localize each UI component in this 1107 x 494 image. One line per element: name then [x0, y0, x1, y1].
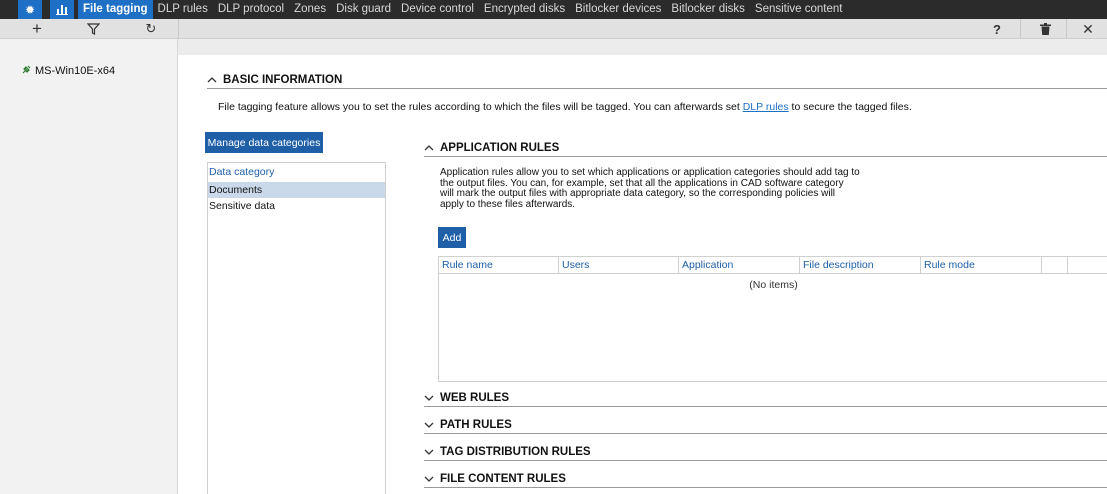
help-icon[interactable]: ?	[985, 19, 1009, 39]
tab-disk-guard[interactable]: Disk guard	[331, 0, 396, 19]
web-rules-title: WEB RULES	[440, 392, 509, 404]
web-rules-header[interactable]: WEB RULES	[424, 392, 509, 404]
basic-information-title: BASIC INFORMATION	[223, 74, 343, 86]
toolbar-divider	[1066, 19, 1067, 39]
chevron-down-icon	[424, 419, 434, 431]
table-header: Rule name Users Application File descrip…	[439, 257, 1107, 274]
toolbar-divider	[178, 19, 179, 39]
dlp-rules-link[interactable]: DLP rules	[743, 101, 789, 113]
tree-item-computer[interactable]: MS-Win10E-x64	[22, 65, 115, 77]
column-header-extra	[1068, 257, 1107, 274]
add-rule-button[interactable]: Add	[438, 227, 466, 248]
chevron-down-icon	[424, 473, 434, 485]
divider	[424, 406, 1107, 407]
left-tree-panel	[0, 39, 178, 494]
tab-device-control[interactable]: Device control	[396, 0, 479, 19]
top-navigation: ✹ File tagging DLP rules DLP protocol Zo…	[0, 0, 1107, 19]
tab-file-tagging[interactable]: File tagging	[78, 0, 153, 19]
filter-icon[interactable]	[78, 19, 108, 39]
tab-bitlocker-disks[interactable]: Bitlocker disks	[666, 0, 750, 19]
main-content: BASIC INFORMATION File tagging feature a…	[178, 55, 1107, 494]
path-rules-title: PATH RULES	[440, 419, 512, 431]
close-icon[interactable]: ✕	[1076, 19, 1100, 39]
toolbar-strip	[0, 19, 1107, 39]
chevron-up-icon	[207, 74, 217, 86]
empty-table-message: (No items)	[749, 279, 798, 291]
column-header-rule-mode[interactable]: Rule mode	[921, 257, 1042, 274]
tag-distribution-rules-header[interactable]: TAG DISTRIBUTION RULES	[424, 446, 591, 458]
chevron-down-icon	[424, 392, 434, 404]
column-header-extra	[1042, 257, 1068, 274]
tab-bitlocker-devices[interactable]: Bitlocker devices	[570, 0, 666, 19]
tab-zones[interactable]: Zones	[289, 0, 331, 19]
data-category-header: Data category	[209, 166, 275, 178]
list-item[interactable]: Documents	[208, 182, 385, 198]
tab-dlp-protocol[interactable]: DLP protocol	[213, 0, 289, 19]
application-rules-description: Application rules allow you to set which…	[440, 167, 860, 210]
tab-dlp-rules[interactable]: DLP rules	[153, 0, 213, 19]
toolbar-divider	[1020, 19, 1021, 39]
list-item[interactable]: Sensitive data	[208, 198, 385, 214]
settings-gear-icon[interactable]: ✹	[18, 0, 42, 19]
tab-sensitive-content[interactable]: Sensitive content	[750, 0, 848, 19]
chevron-up-icon	[424, 142, 434, 154]
divider	[424, 433, 1107, 434]
application-rules-table: Rule name Users Application File descrip…	[438, 256, 1107, 382]
divider	[424, 460, 1107, 461]
basic-information-header[interactable]: BASIC INFORMATION	[207, 74, 342, 86]
application-rules-header[interactable]: APPLICATION RULES	[424, 142, 559, 154]
tab-encrypted-disks[interactable]: Encrypted disks	[479, 0, 570, 19]
chevron-down-icon	[424, 446, 434, 458]
tree-item-label: MS-Win10E-x64	[35, 65, 116, 77]
file-content-rules-header[interactable]: FILE CONTENT RULES	[424, 473, 566, 485]
application-rules-title: APPLICATION RULES	[440, 142, 560, 154]
statistics-chart-icon[interactable]	[50, 0, 74, 19]
manage-data-categories-button[interactable]: Manage data categories	[205, 132, 323, 153]
data-category-list: Data category Documents Sensitive data	[207, 162, 386, 494]
plug-icon	[22, 65, 31, 77]
column-header-file-description[interactable]: File description	[800, 257, 921, 274]
refresh-icon[interactable]: ↻	[136, 19, 166, 39]
path-rules-header[interactable]: PATH RULES	[424, 419, 512, 431]
toolbar: + ↻ ? ✕	[0, 19, 1107, 494]
basic-information-description: File tagging feature allows you to set t…	[218, 101, 912, 113]
column-header-rule-name[interactable]: Rule name	[439, 257, 559, 274]
tag-distribution-rules-title: TAG DISTRIBUTION RULES	[440, 446, 591, 458]
divider	[424, 156, 1107, 157]
column-header-users[interactable]: Users	[559, 257, 679, 274]
delete-icon[interactable]	[1033, 19, 1057, 39]
divider	[207, 88, 1107, 89]
column-header-application[interactable]: Application	[679, 257, 800, 274]
file-content-rules-title: FILE CONTENT RULES	[440, 473, 566, 485]
divider	[424, 487, 1107, 488]
add-icon[interactable]: +	[22, 19, 52, 39]
